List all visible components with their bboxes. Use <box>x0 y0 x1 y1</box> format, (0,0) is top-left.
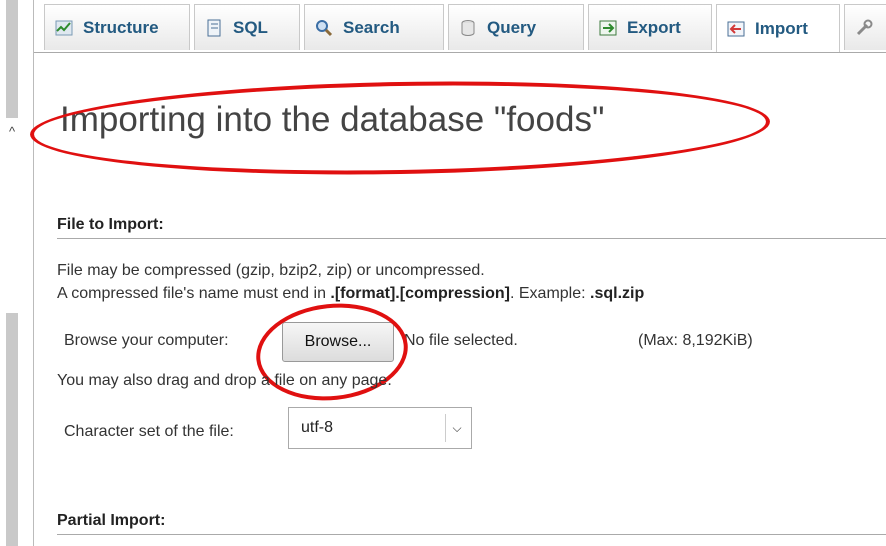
tab-sql[interactable]: SQL <box>194 4 300 50</box>
annotation-ellipse-title <box>29 75 771 181</box>
query-icon <box>459 19 477 37</box>
annotation-ellipse-browse <box>251 296 413 408</box>
import-icon <box>727 20 745 38</box>
max-size-note: (Max: 8,192KiB) <box>638 332 753 349</box>
filename-note: A compressed file's name must end in .[f… <box>57 285 644 303</box>
section-divider <box>57 238 886 239</box>
filename-note-prefix: A compressed file's name must end in <box>57 285 331 302</box>
tab-export[interactable]: Export <box>588 4 712 50</box>
tab-query[interactable]: Query <box>448 4 584 50</box>
tab-operations[interactable] <box>844 4 886 50</box>
format-pattern: .[format].[compression] <box>330 285 510 302</box>
filename-note-mid: . Example: <box>509 285 591 302</box>
tab-bar: Structure SQL Search Query Export Import <box>34 0 886 53</box>
structure-icon <box>55 19 73 37</box>
chevron-down-icon[interactable]: ⌵ <box>445 414 468 442</box>
wrench-icon <box>855 19 873 37</box>
charset-label: Character set of the file: <box>64 423 234 440</box>
chevron-up-icon[interactable]: ^ <box>7 125 17 138</box>
compression-note: File may be compressed (gzip, bzip2, zip… <box>57 262 485 279</box>
example-extension: .sql.zip <box>590 285 645 302</box>
section-divider <box>57 534 886 535</box>
file-to-import-heading: File to Import: <box>57 216 164 233</box>
panel-divider <box>33 0 34 546</box>
tab-label: SQL <box>233 17 268 37</box>
drag-drop-hint: You may also drag and drop a file on any… <box>57 372 392 389</box>
scrollbar-track-top <box>6 0 18 118</box>
tab-label: Query <box>487 17 537 37</box>
tab-import[interactable]: Import <box>716 4 840 52</box>
tab-label: Import <box>755 18 808 38</box>
tab-label: Search <box>343 17 400 37</box>
charset-value: utf-8 <box>301 419 334 436</box>
tab-label: Export <box>627 17 681 37</box>
left-scrollbar[interactable]: ^ <box>0 0 22 546</box>
browse-label: Browse your computer: <box>64 332 229 349</box>
export-icon <box>599 19 617 37</box>
partial-import-heading: Partial Import: <box>57 512 166 529</box>
charset-select[interactable]: utf-8 ⌵ <box>288 407 472 449</box>
tab-label: Structure <box>83 17 159 37</box>
scrollbar-track-bottom <box>6 313 18 546</box>
tab-search[interactable]: Search <box>304 4 444 50</box>
selected-file-status: No file selected. <box>404 332 518 349</box>
search-icon <box>315 19 333 37</box>
tab-structure[interactable]: Structure <box>44 4 190 50</box>
sql-icon <box>205 19 223 37</box>
